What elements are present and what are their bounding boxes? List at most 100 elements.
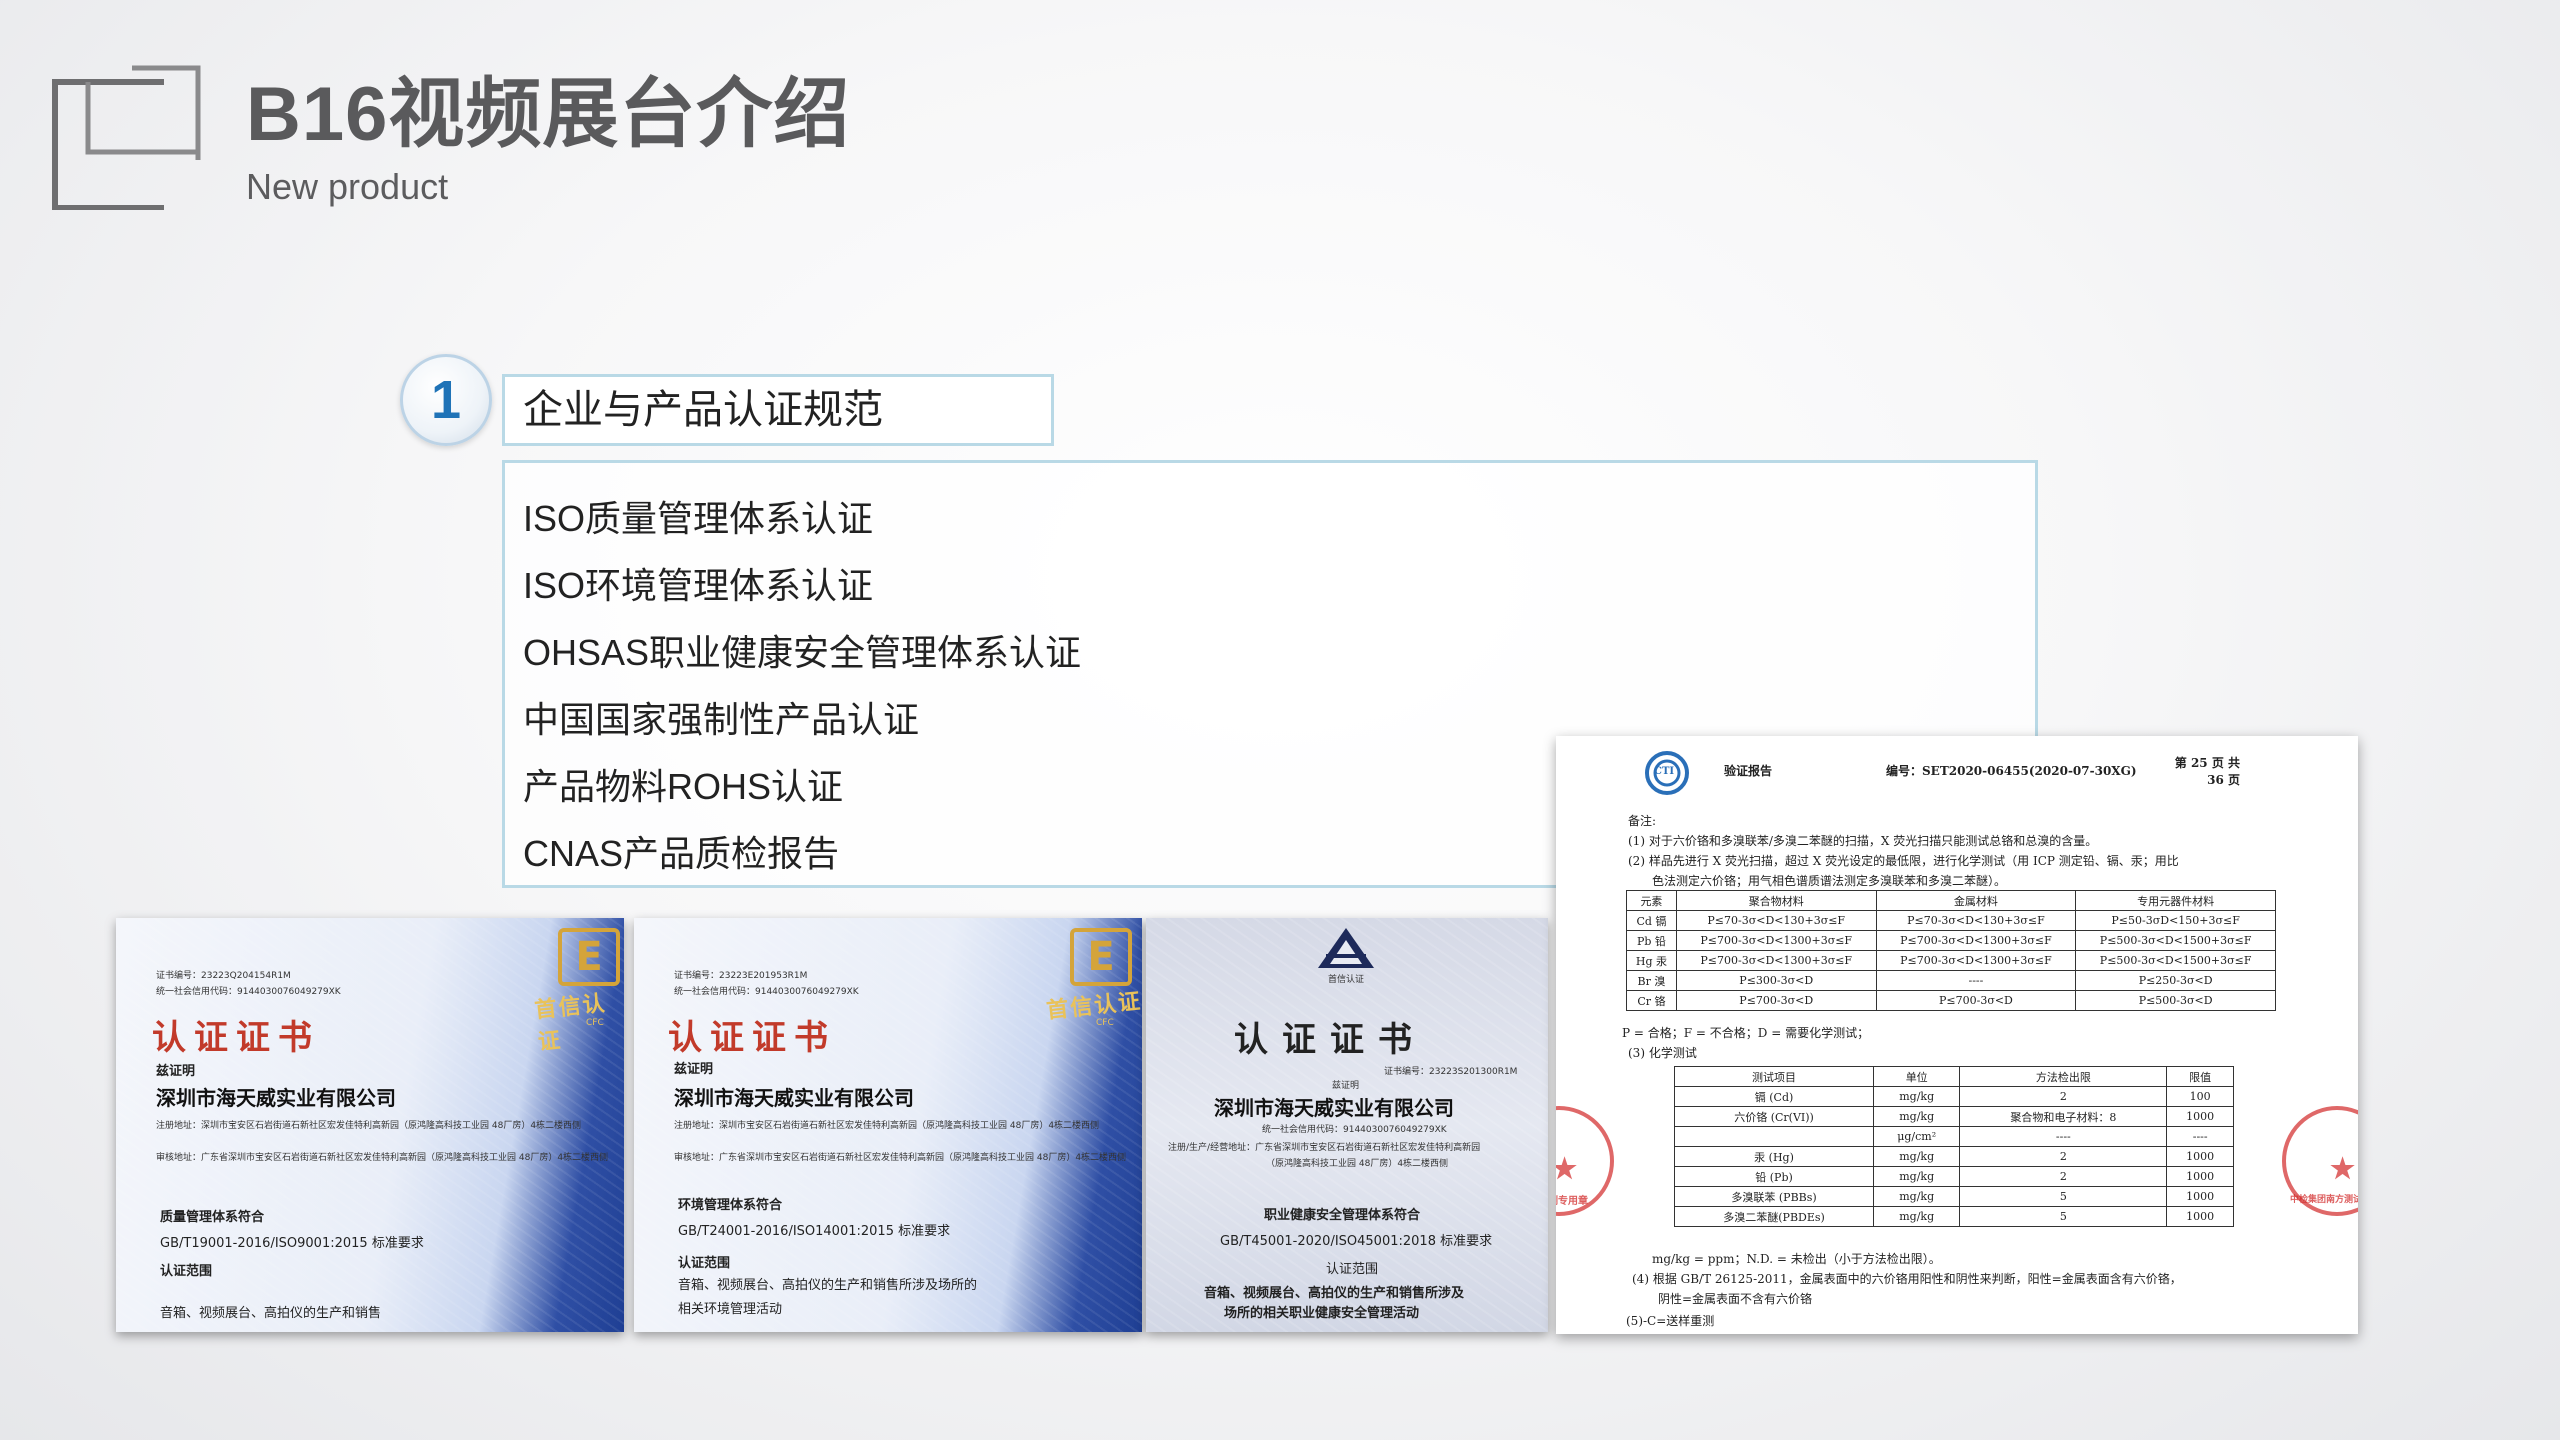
emblem-label: 首信认证 <box>533 991 608 1056</box>
table-row: Hg 汞 P≤700-3σ<D<1300+3σ≤F P≤700-3σ<D<1300+… <box>1626 950 2276 971</box>
cert-number: 证书编号：23223E201953R1M <box>674 971 808 981</box>
list-item: OHSAS职业健康安全管理体系认证 <box>523 632 1082 673</box>
report-note: (3) 化学测试 <box>1628 1046 1697 1060</box>
table-cell: ---- <box>1875 970 2077 991</box>
table-cell: Br 溴 <box>1626 970 1677 991</box>
report-legend: P = 合格；F = 不合格；D = 需要化学测试； <box>1622 1026 1870 1040</box>
emblem-label: 首信认证 <box>1045 989 1142 1024</box>
cert-scope-line2: 场所的相关职业健康安全管理活动 <box>1224 1306 1420 1321</box>
report-notes-title: 备注: <box>1628 814 1657 828</box>
table-cell: P≤70-3σ<D<130+3σ≤F <box>1675 910 1877 931</box>
stamp-left-text: 检验检测专用章 <box>1556 1196 1588 1207</box>
cert-credit-code: 统一社会信用代码：914403007604927​9XK <box>674 987 859 997</box>
cert-logo-label: 首信认证 <box>1328 975 1365 985</box>
table-row: 多溴联苯 (PBBs) mg/kg 5 1000 <box>1673 1186 2234 1207</box>
emblem-sub-label: CFC <box>1096 1018 1114 1028</box>
table-row: Cr 铬 P≤700-3σ<D P≤700-3σ<D P≤500-3σ<D <box>1626 990 2276 1011</box>
cert-registered-address: 注册/生产/经营地址：广东省深圳市宝安区石岩街道石新社区宏发佳特利高新园 <box>1168 1143 1481 1153</box>
cert-company: 深圳市海天威实业有限公司 <box>156 1086 396 1110</box>
table-cell: P≤700-3σ<D<1300+3σ≤F <box>1675 950 1877 971</box>
table-cell: mg/kg <box>1873 1106 1961 1127</box>
report-note: 色法测定六价铬；用气相色谱质谱法测定多溴联苯和多溴二苯醚）。 <box>1652 874 2007 888</box>
report-number: 编号：SET2020-06455(2020-07-30XG) <box>1886 764 2137 778</box>
table-cell: P≤500-3σ<D <box>2075 990 2276 1011</box>
screening-limits-table: 元素 聚合物材料 金属材料 专用元器件材料 Cd 镉 P≤70-3σ<D<130+3σ≤F… <box>1626 890 2276 1011</box>
table-cell: P≤300-3σ<D <box>1675 970 1877 991</box>
table-cell: mg/kg <box>1873 1206 1961 1227</box>
page-subtitle: New product <box>246 166 449 207</box>
table-cell: ---- <box>1959 1126 2168 1147</box>
table-cell: 单位 <box>1873 1066 1961 1087</box>
table-cell: 元素 <box>1626 890 1677 911</box>
table-cell: P≤250-3σ<D <box>2075 970 2276 991</box>
table-cell: 1000 <box>2166 1186 2234 1207</box>
table-cell: P≤70-3σ<D<130+3σ≤F <box>1875 910 2077 931</box>
cert-system: 环境管理体系符合 <box>678 1198 783 1213</box>
report-unit-note: mg/kg = ppm；N.D. = 未检出（小于方法检出限）。 <box>1652 1252 1941 1266</box>
table-cell: mg/kg <box>1873 1146 1961 1167</box>
cert-standard: GB/T19001-2016/ISO9001:2015 标准要求 <box>160 1236 424 1251</box>
table-cell: P≤500-3σ<D<1500+3σ≤F <box>2075 950 2276 971</box>
table-cell: 2 <box>1959 1146 2168 1167</box>
list-item: ISO环境管理体系认证 <box>523 565 874 606</box>
inspection-stamp-right: ★ 中检集团南方测试检验检测 <box>2282 1106 2358 1216</box>
table-cell: Pb 铅 <box>1626 930 1677 951</box>
cert-company: 深圳市海天威实业有限公司 <box>1214 1096 1454 1120</box>
cert-company: 深圳市海天威实业有限公司 <box>674 1086 914 1110</box>
cert-audit-address: 审核地址：广东省深圳市宝安区石岩街道石新社区宏发佳特利高新园（原鸿隆高科技工业园… <box>156 1153 609 1163</box>
iso45001-certificate-image: 首信认证 认证证书 证书编号：23223S201300R1M 兹证明 深圳市海天… <box>1146 918 1548 1332</box>
table-header-row: 测试项目 单位 方法检出限 限值 <box>1673 1066 2234 1087</box>
report-note: (2) 样品先进行 X 荧光扫描，超过 X 荧光设定的最低限，进行化学测试（用 … <box>1628 854 2179 868</box>
cert-scope: 音箱、视频展台、高拍仪的生产和销售所涉及场所的 <box>678 1278 978 1293</box>
cert-scope-line2: 相关环境管理活动 <box>678 1302 783 1317</box>
certification-emblem-icon: E <box>1070 928 1132 986</box>
chemical-test-table: 测试项目 单位 方法检出限 限值镉 (Cd) mg/kg 2 100 六价铬 (Cr(VI))… <box>1673 1066 2234 1227</box>
cert-scope-label: 认证范围 <box>678 1256 731 1271</box>
cert-scope: 音箱、视频展台、高拍仪的生产和销售 <box>160 1306 382 1321</box>
table-cell: 1000 <box>2166 1206 2234 1227</box>
cert-scope: 音箱、视频展台、高拍仪的生产和销售所涉及 <box>1204 1286 1465 1301</box>
list-item: ISO质量管理体系认证 <box>523 498 874 539</box>
cert-certify: 兹证明 <box>674 1062 714 1077</box>
certification-emblem-icon: E <box>558 928 620 986</box>
table-cell: 1000 <box>2166 1146 2234 1167</box>
cert-standard: GB/T24001-2016/ISO14001:2015 标准要求 <box>678 1224 951 1239</box>
table-row: 多溴二苯醚(PBDEs) mg/kg 5 1000 <box>1673 1206 2234 1227</box>
cert-credit-code: 统一社会信用代码：914403007604927​9XK <box>1262 1125 1447 1135</box>
table-cell: mg/kg <box>1873 1086 1961 1107</box>
report-page: 第 25 页 共 36 页 <box>2174 756 2240 787</box>
table-cell <box>1673 1126 1875 1147</box>
table-cell: 测试项目 <box>1673 1066 1875 1087</box>
iso14001-certificate-image: E 首信认证 CFC 证书编号：23223E201953R1M 统一社会信用代码… <box>634 918 1142 1332</box>
table-cell: 专用元器件材料 <box>2075 890 2276 911</box>
corner-frame-logo-icon <box>52 65 201 210</box>
table-cell: 聚合物材料 <box>1675 890 1877 911</box>
table-cell: 1000 <box>2166 1166 2234 1187</box>
stamp-right-text: 中检集团南方测试检验检测 <box>2290 1195 2358 1205</box>
cert-standard: GB/T45001-2020/ISO45001:2018 标准要求 <box>1220 1234 1493 1249</box>
table-cell: 多溴联苯 (PBBs) <box>1673 1186 1875 1207</box>
rohs-test-report-image: CTI 验证报告 编号：SET2020-06455(2020-07-30XG) … <box>1556 736 2358 1334</box>
cert-heading: 认证证书 <box>152 1018 320 1058</box>
table-row: Cd 镉 P≤70-3σ<D<130+3σ≤F P≤70-3σ<D<130+3σ≤F… <box>1626 910 2276 931</box>
table-cell: P≤700-3σ<D<1300+3σ≤F <box>1675 930 1877 951</box>
cert-scope-label: 认证范围 <box>1326 1262 1379 1277</box>
table-header-row: 元素 聚合物材料 金属材料 专用元器件材料 <box>1626 890 2276 911</box>
table-row: Br 溴 P≤300-3σ<D ---- P≤250-3σ<D <box>1626 970 2276 991</box>
table-cell: 100 <box>2166 1086 2234 1107</box>
table-cell: Hg 汞 <box>1626 950 1677 971</box>
cert-heading: 认证证书 <box>668 1018 836 1058</box>
table-cell: μg/cm² <box>1873 1126 1961 1147</box>
table-cell: 2 <box>1959 1166 2168 1187</box>
table-cell: 汞 (Hg) <box>1673 1146 1875 1167</box>
cert-number: 证书编号：23223Q204154R1M <box>156 971 291 981</box>
table-cell: P≤700-3σ<D<1300+3σ≤F <box>1875 950 2077 971</box>
table-cell: 1000 <box>2166 1106 2234 1127</box>
report-note: (4) 根据 GB/T 26125-2011，金属表面中的六价铬用阳性和阴性来判… <box>1632 1272 2182 1286</box>
cert-credit-code: 统一社会信用代码：914403007604927​9XK <box>156 987 341 997</box>
cert-scope-label: 认证范围 <box>160 1264 213 1279</box>
table-cell: 多溴二苯醚(PBDEs) <box>1673 1206 1875 1227</box>
table-cell: 方法检出限 <box>1959 1066 2168 1087</box>
emblem-sub-label: CFC <box>586 1018 604 1028</box>
table-cell: ---- <box>2166 1126 2234 1147</box>
